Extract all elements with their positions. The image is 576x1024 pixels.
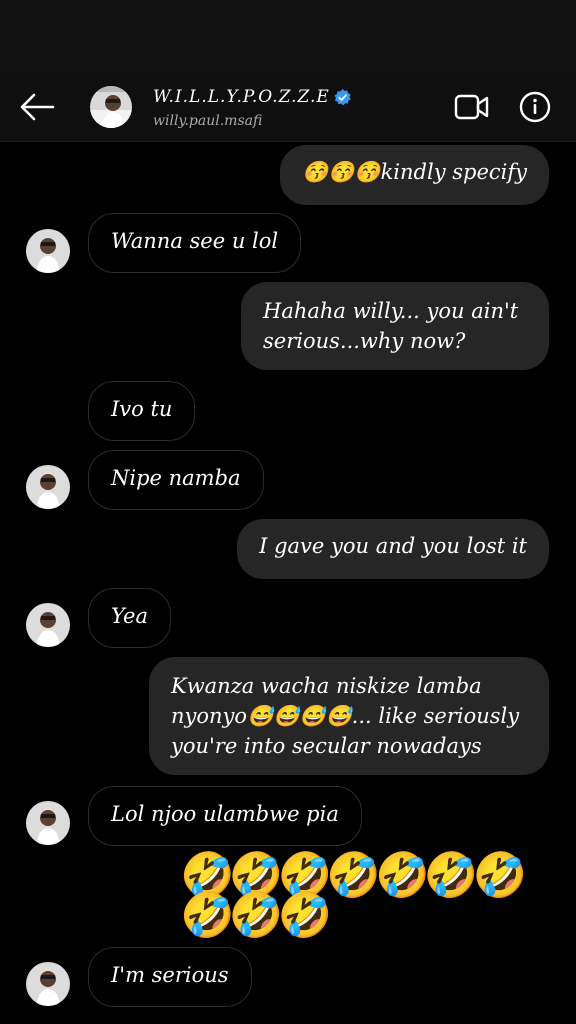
verified-badge-icon: [334, 88, 351, 106]
message-outgoing[interactable]: I gave you and you lost it: [237, 519, 549, 579]
message-incoming[interactable]: Wanna see u lol: [88, 213, 302, 273]
message-incoming[interactable]: Yea: [88, 588, 171, 648]
message-outgoing[interactable]: 😚😚😚kindly specify: [280, 145, 549, 205]
info-button[interactable]: [519, 91, 551, 123]
message-outgoing[interactable]: Kwanza wacha niskize lamba nyonyo😅😅😅😅...…: [149, 657, 549, 775]
message-incoming[interactable]: I'm serious: [88, 947, 252, 1007]
info-icon: [519, 91, 551, 123]
message-incoming[interactable]: Nipe namba: [88, 450, 264, 510]
contact-username: willy.paul.msafi: [153, 113, 263, 129]
message-incoming[interactable]: Lol njoo ulambwe pia: [88, 786, 362, 846]
message-incoming[interactable]: Ivo tu: [88, 381, 196, 441]
back-button[interactable]: [18, 89, 56, 125]
video-camera-icon: [454, 94, 489, 120]
contact-display-name: W.I.L.L.Y.P.O.Z.Z.E: [153, 87, 330, 107]
arrow-left-icon: [20, 93, 55, 121]
status-bar-area: [0, 0, 576, 73]
sender-avatar[interactable]: [26, 962, 70, 1006]
sender-avatar[interactable]: [26, 229, 70, 273]
chat-header: W.I.L.L.Y.P.O.Z.Z.E willy.paul.msafi: [0, 73, 576, 142]
sender-avatar[interactable]: [26, 603, 70, 647]
header-avatar[interactable]: [90, 86, 132, 128]
sender-avatar[interactable]: [26, 465, 70, 509]
video-call-button[interactable]: [454, 93, 490, 121]
contact-name[interactable]: W.I.L.L.Y.P.O.Z.Z.E: [153, 87, 351, 107]
emoji-message-outgoing[interactable]: 🤣🤣🤣🤣🤣🤣🤣🤣🤣🤣: [180, 854, 560, 938]
message-outgoing[interactable]: Hahaha willy... you ain't serious...why …: [241, 282, 549, 370]
sender-avatar[interactable]: [26, 801, 70, 845]
